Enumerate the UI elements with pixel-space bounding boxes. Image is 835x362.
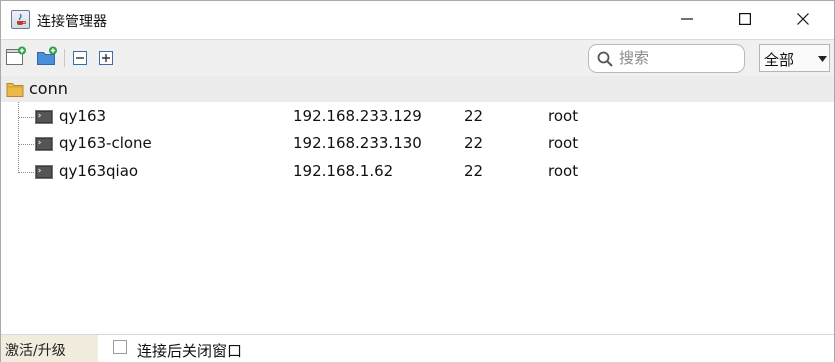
search-icon bbox=[597, 51, 613, 67]
folder-icon bbox=[6, 83, 24, 97]
connection-port: 22 bbox=[464, 134, 484, 152]
connection-host: 192.168.1.62 bbox=[293, 162, 394, 180]
connection-name: qy163qiao bbox=[59, 162, 139, 180]
new-folder-icon bbox=[37, 46, 57, 65]
new-folder-button[interactable] bbox=[36, 46, 58, 68]
close-after-connect-label[interactable]: 连接后关闭窗口 bbox=[137, 340, 242, 361]
status-bar: 激活/升级 连接后关闭窗口 bbox=[1, 334, 834, 362]
title-bar: 连接管理器 bbox=[1, 1, 834, 38]
connection-host: 192.168.233.130 bbox=[293, 134, 422, 152]
close-icon bbox=[797, 13, 809, 25]
tree-branch bbox=[19, 172, 34, 173]
tree-group-conn[interactable]: conn bbox=[1, 76, 834, 102]
connection-row[interactable]: qy163-clone 192.168.233.130 22 root bbox=[1, 131, 834, 158]
scope-select-value: 全部 bbox=[764, 51, 795, 69]
connection-port: 22 bbox=[464, 107, 484, 125]
connection-tree: conn qy163 192.168.233.129 22 root qy163… bbox=[1, 76, 834, 333]
tree-branch bbox=[19, 144, 34, 145]
chevron-down-icon bbox=[818, 56, 827, 62]
connection-user: root bbox=[548, 134, 579, 152]
new-connection-icon bbox=[6, 46, 26, 65]
scope-select[interactable]: 全部 bbox=[759, 44, 830, 72]
close-button[interactable] bbox=[773, 1, 833, 38]
collapse-all-button[interactable] bbox=[70, 46, 92, 68]
maximize-icon bbox=[739, 13, 751, 25]
minimize-icon bbox=[681, 18, 693, 20]
new-connection-button[interactable] bbox=[5, 46, 27, 68]
search-input[interactable] bbox=[619, 47, 737, 69]
activate-upgrade-button[interactable]: 激活/升级 bbox=[1, 335, 98, 362]
terminal-icon bbox=[35, 110, 53, 124]
connection-user: root bbox=[548, 162, 579, 180]
expand-all-icon bbox=[99, 51, 113, 65]
toolbar-separator bbox=[64, 49, 65, 67]
connection-host: 192.168.233.129 bbox=[293, 107, 422, 125]
connection-port: 22 bbox=[464, 162, 484, 180]
java-app-icon bbox=[11, 10, 30, 29]
window-title: 连接管理器 bbox=[37, 14, 107, 30]
search-box[interactable] bbox=[588, 44, 745, 73]
connection-name: qy163 bbox=[59, 107, 107, 125]
group-label: conn bbox=[29, 79, 68, 98]
connection-manager-window: 连接管理器 搜索 全部 conn qy163 192.168.233.129 2… bbox=[0, 0, 835, 362]
maximize-button[interactable] bbox=[715, 1, 775, 38]
close-after-connect-checkbox[interactable] bbox=[113, 340, 127, 354]
terminal-icon bbox=[35, 165, 53, 179]
activate-upgrade-label: 激活/升级 bbox=[5, 343, 66, 359]
collapse-all-icon bbox=[73, 51, 87, 65]
expand-all-button[interactable] bbox=[96, 46, 118, 68]
toolbar: 全部 bbox=[1, 39, 834, 76]
connection-user: root bbox=[548, 107, 579, 125]
connection-name: qy163-clone bbox=[59, 134, 152, 152]
connection-row[interactable]: qy163qiao 192.168.1.62 22 root bbox=[1, 159, 834, 186]
tree-branch bbox=[19, 117, 34, 118]
minimize-button[interactable] bbox=[657, 1, 717, 38]
terminal-icon bbox=[35, 137, 53, 151]
connection-row[interactable]: qy163 192.168.233.129 22 root bbox=[1, 104, 834, 131]
